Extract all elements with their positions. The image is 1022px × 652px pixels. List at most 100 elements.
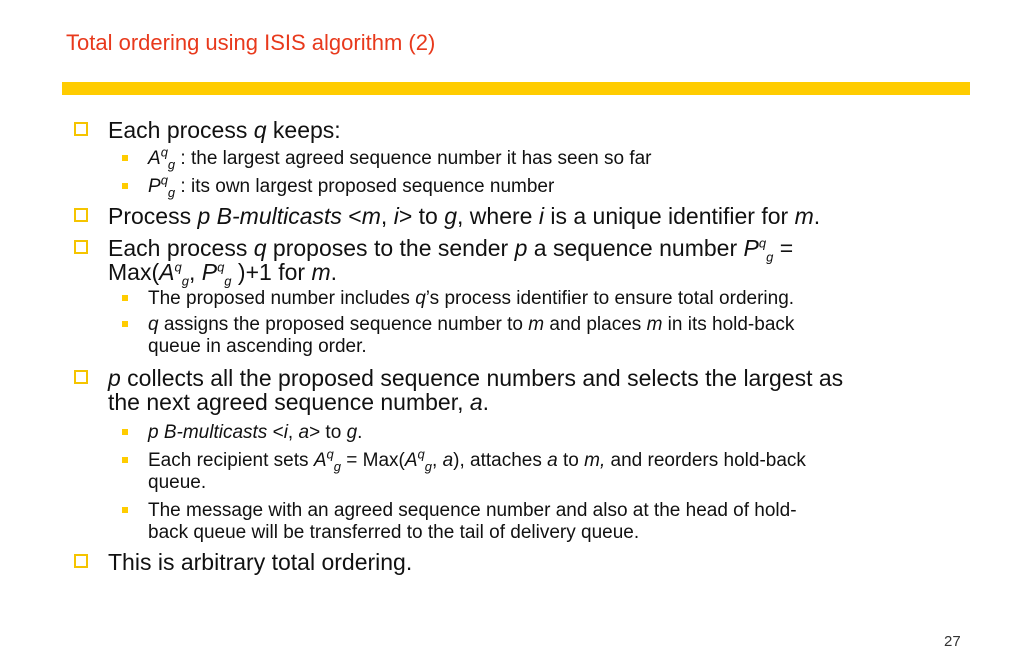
text-run: , where: [457, 203, 539, 229]
text-run: q: [758, 235, 767, 251]
bullet-1-sub-2: Pqg : its own largest proposed sequence …: [74, 172, 974, 199]
text-run: ’s process identifier to ensure total or…: [425, 288, 795, 309]
text-run: .: [813, 203, 821, 229]
text-run: P: [743, 235, 759, 261]
text-run: is a unique identifier for: [543, 203, 795, 229]
text-run: A: [313, 450, 327, 471]
slide-title: Total ordering using ISIS algorithm (2): [66, 30, 436, 55]
bullet-4-sub-3: The message with an agreed sequence numb…: [74, 500, 974, 544]
bullet-5: This is arbitrary total ordering.: [74, 550, 974, 574]
text-run: keeps:: [266, 117, 341, 143]
square-bullet-icon: [122, 155, 128, 161]
text-run: P: [148, 176, 161, 197]
text-run: q: [253, 235, 267, 261]
text-run: > to: [398, 203, 445, 229]
text-run: .: [357, 422, 363, 443]
text-run: p B-multicasts: [148, 422, 268, 443]
text-run: <: [267, 422, 284, 443]
text-run: m: [361, 203, 381, 229]
text-run: p: [514, 235, 528, 261]
page-number: 27: [944, 633, 961, 650]
checkbox-bullet-icon: [74, 208, 88, 222]
bullet-3-sub-2: q assigns the proposed sequence number t…: [74, 314, 974, 358]
text-run: and reorders hold-back: [605, 450, 806, 471]
text-run: g: [346, 422, 358, 443]
text-run: m: [528, 314, 545, 335]
text-run: m: [794, 203, 814, 229]
text-run: q: [217, 259, 225, 275]
text-run: Process: [108, 203, 198, 229]
text-run: > to: [309, 422, 347, 443]
text-run: : the largest agreed sequence number it …: [175, 148, 652, 169]
text-run: a: [547, 450, 558, 471]
bullet-3-sub-1: The proposed number includes q’s process…: [74, 288, 974, 310]
text-run: Each process: [108, 235, 254, 261]
text-run: to: [557, 450, 585, 471]
square-bullet-icon: [122, 295, 128, 301]
text-run: in its hold-back: [662, 314, 795, 335]
checkbox-bullet-icon: [74, 240, 88, 254]
text-run: Each recipient sets: [148, 450, 314, 471]
text-run: A: [159, 259, 175, 285]
text-run: q: [415, 288, 426, 309]
title-rule: [62, 82, 970, 95]
text-run: A: [404, 450, 418, 471]
text-run: )+1 for: [231, 259, 312, 285]
square-bullet-icon: [122, 429, 128, 435]
text-run: q: [326, 446, 334, 462]
bullet-1-sub-1: Aqg : the largest agreed sequence number…: [74, 144, 974, 171]
text-run: and places: [544, 314, 647, 335]
text-run: g: [181, 273, 189, 289]
text-run: = Max(: [340, 450, 405, 471]
checkbox-bullet-icon: [74, 122, 88, 136]
text-run: collects all the proposed sequence numbe…: [120, 365, 844, 391]
text-run: queue.: [148, 472, 207, 493]
text-run: the next agreed sequence number,: [108, 389, 470, 415]
bullet-3: Each process q proposes to the sender p …: [74, 235, 974, 288]
bullet-4: p collects all the proposed sequence num…: [74, 366, 974, 414]
text-run: p: [108, 365, 121, 391]
square-bullet-icon: [122, 507, 128, 513]
text-run: ,: [287, 422, 299, 443]
text-run: g: [424, 458, 432, 474]
text-run: q: [160, 144, 168, 160]
text-run: Max(: [108, 259, 160, 285]
text-run: =: [773, 235, 794, 261]
text-run: q: [160, 172, 168, 188]
text-run: m: [646, 314, 663, 335]
bullet-1: Each process q keeps:: [74, 118, 974, 142]
checkbox-bullet-icon: [74, 370, 88, 384]
square-bullet-icon: [122, 183, 128, 189]
text-run: ,: [432, 450, 443, 471]
bullet-2: Process p B-multicasts <m, i> to g, wher…: [74, 204, 974, 228]
text-run: g: [444, 203, 458, 229]
bullet-4-sub-2: Each recipient sets Aqg = Max(Aqg, a), a…: [74, 446, 974, 494]
text-run: The proposed number includes: [148, 288, 416, 309]
text-run: q: [174, 259, 182, 275]
text-run: Each process: [108, 117, 254, 143]
checkbox-bullet-icon: [74, 554, 88, 568]
text-run: queue in ascending order.: [148, 336, 367, 357]
text-run: assigns the proposed sequence number to: [158, 314, 529, 335]
text-run: ), attaches: [453, 450, 548, 471]
text-run: m,: [584, 450, 606, 471]
text-run: .: [330, 259, 337, 285]
slide-body: Each process q keeps: Aqg : the largest …: [74, 118, 974, 574]
text-run: a sequence number: [527, 235, 744, 261]
text-run: g: [224, 273, 232, 289]
text-run: This is arbitrary total ordering.: [108, 549, 413, 575]
text-run: g: [333, 458, 341, 474]
text-run: ,: [188, 259, 202, 285]
text-run: The message with an agreed sequence numb…: [148, 500, 797, 521]
text-run: A: [148, 148, 161, 169]
text-run: ,: [380, 203, 394, 229]
text-run: m: [311, 259, 331, 285]
text-run: a: [469, 389, 483, 415]
text-run: .: [482, 389, 490, 415]
square-bullet-icon: [122, 457, 128, 463]
text-run: p B-multicasts: [197, 203, 342, 229]
text-run: a: [442, 450, 454, 471]
square-bullet-icon: [122, 321, 128, 327]
text-run: q: [148, 314, 159, 335]
text-run: proposes to the sender: [266, 235, 515, 261]
